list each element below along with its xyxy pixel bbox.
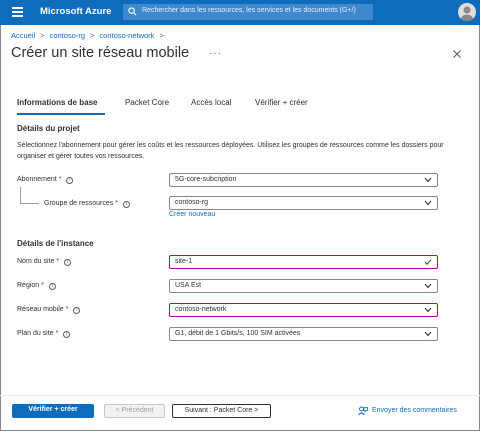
mobile-network-label: Réseau mobile * i [17,306,81,314]
site-name-label: Nom du site * i [17,258,72,266]
region-label: Région * i [17,282,56,290]
tab-packet-core[interactable]: Packet Core [125,98,169,107]
global-search-input[interactable]: Rechercher dans les ressources, les serv… [123,4,373,20]
info-icon[interactable]: i [73,307,81,314]
chevron-right-icon: > [40,31,45,40]
subscription-select[interactable]: 5G-core-subcription [169,173,438,187]
required-marker: * [115,200,118,207]
page-title: Créer un site réseau mobile [11,45,190,61]
subscription-label-text: Abonnement [17,176,57,183]
tab-local-access[interactable]: Accès local [191,98,231,107]
resource-group-label: Groupe de ressources * i [44,200,130,208]
info-icon[interactable]: i [123,201,130,208]
breadcrumb: Accueil > contoso-rg > contoso-network > [11,31,169,40]
region-value: USA Est [175,282,202,289]
info-icon[interactable]: i [64,259,72,266]
active-tab-indicator [17,113,105,115]
site-plan-select[interactable]: G1, débit de 1 Gbits/s, 100 SIM activées [169,327,438,341]
review-create-button[interactable]: Vérifier + créer [12,404,94,418]
feedback-icon [358,406,368,416]
project-description: Sélectionnez l'abonnement pour gérer les… [17,142,444,160]
chevron-down-icon [424,177,432,183]
required-marker: * [41,282,44,289]
breadcrumb-network[interactable]: contoso-network [99,31,154,40]
subscription-value: 5G-core-subcription [175,176,237,183]
previous-button[interactable]: < Précédent [104,404,165,418]
resource-group-value: contoso-rg [175,199,209,206]
user-avatar[interactable] [458,3,476,21]
site-plan-label-text: Plan du site [17,330,54,337]
hamburger-menu-icon[interactable] [12,7,23,17]
user-icon [461,6,473,21]
site-name-input[interactable]: site-1 [169,255,438,269]
brand-title[interactable]: Microsoft Azure [40,6,111,17]
breadcrumb-home[interactable]: Accueil [11,31,35,40]
site-plan-label: Plan du site * i [17,330,71,338]
site-plan-value: G1, débit de 1 Gbits/s, 100 SIM activées [175,330,301,337]
required-marker: * [56,258,60,265]
top-bar: Microsoft Azure Rechercher dans les ress… [0,0,480,25]
project-details-heading: Détails du projet [17,124,80,133]
tab-review-create[interactable]: Vérifier + créer [255,98,308,107]
tree-connector [20,187,39,204]
region-label-text: Région [17,282,40,289]
chevron-down-icon [424,200,432,206]
chevron-down-icon [424,331,432,337]
feedback-label: Envoyer des commentaires [372,407,457,414]
search-placeholder: Rechercher dans les ressources, les serv… [142,7,356,14]
chevron-down-icon [424,307,432,313]
required-marker: * [58,176,62,183]
resource-group-label-text: Groupe de ressources [44,200,114,207]
next-button[interactable]: Suivant : Packet Core > [172,404,271,418]
search-icon [128,7,137,16]
tab-bar: Informations de base Packet Core Accès l… [17,98,327,115]
required-marker: * [55,330,59,337]
resource-group-select[interactable]: contoso-rg [169,196,438,210]
chevron-right-icon: > [159,31,164,40]
more-options-icon[interactable]: ··· [209,48,222,59]
window-frame [0,0,480,431]
site-name-label-text: Nom du site [17,258,55,265]
subscription-label: Abonnement * i [17,176,74,184]
chevron-down-icon [424,283,432,289]
mobile-network-label-text: Réseau mobile [17,306,64,313]
required-marker: * [65,306,69,313]
chevron-right-icon: > [90,31,95,40]
info-icon[interactable]: i [63,331,71,338]
site-name-value: site-1 [175,258,193,265]
breadcrumb-resource-group[interactable]: contoso-rg [50,31,85,40]
footer-divider [0,395,480,396]
send-feedback-link[interactable]: Envoyer des commentaires [358,406,457,416]
instance-details-heading: Détails de l'instance [17,239,94,248]
tab-basics[interactable]: Informations de base [17,98,97,107]
region-select[interactable]: USA Est [169,279,438,293]
check-icon [424,259,432,265]
info-icon[interactable]: i [48,283,56,290]
info-icon[interactable]: i [66,177,74,184]
close-icon[interactable] [453,50,461,58]
mobile-network-select[interactable]: contoso-network [169,303,438,317]
mobile-network-value: contoso-network [175,306,227,313]
create-new-resource-group-link[interactable]: Créer nouveau [169,211,215,218]
